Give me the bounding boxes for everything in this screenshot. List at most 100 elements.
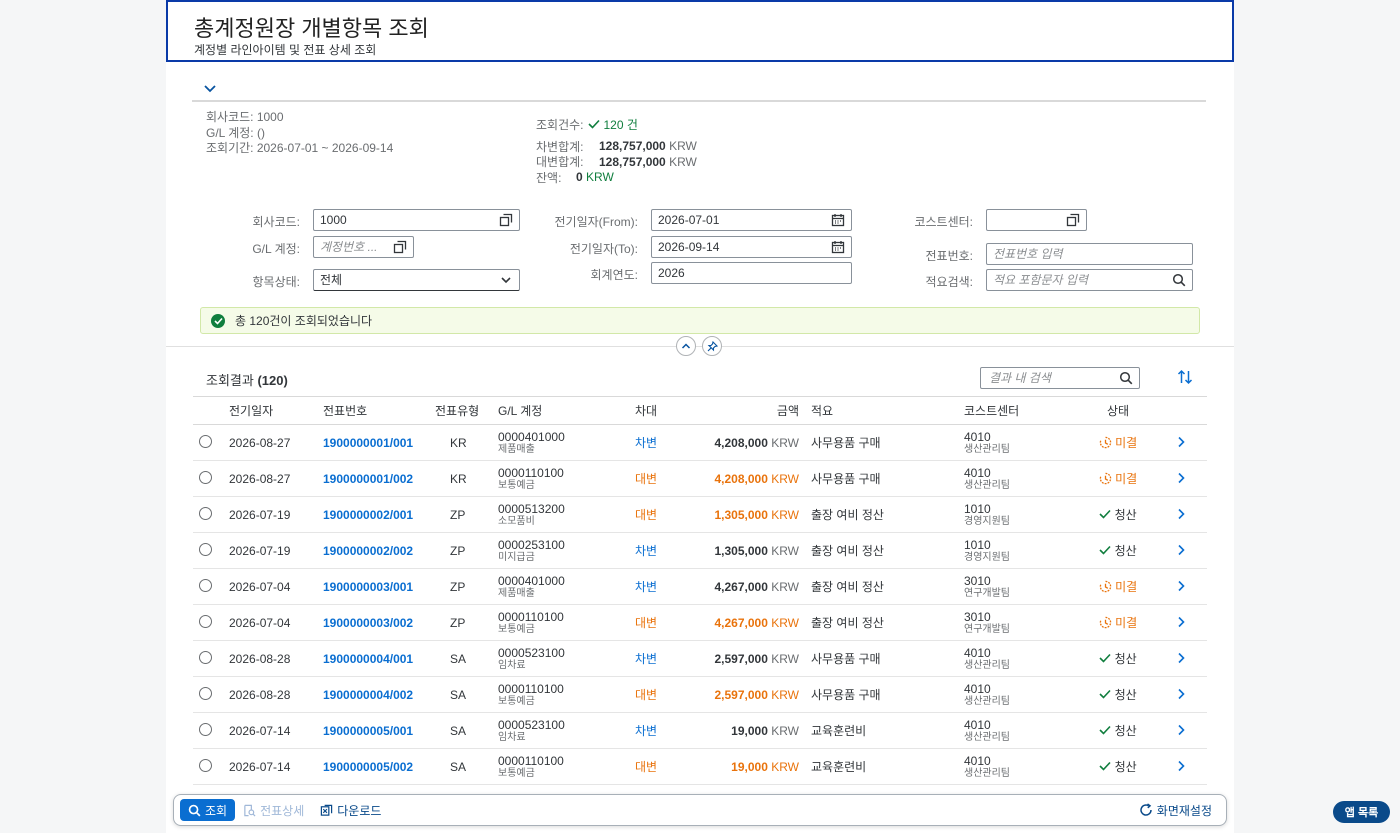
kpi-debit-currency: KRW — [669, 139, 697, 154]
debit-credit-indicator: 차변 — [626, 712, 666, 749]
text-search-input[interactable]: 적요 포함문자 입력 — [986, 269, 1193, 291]
row-navigation-cell[interactable] — [1154, 460, 1207, 497]
cost-center-cell: 1010 경영지원팀 — [964, 532, 1082, 569]
row-navigation-cell[interactable] — [1154, 748, 1207, 785]
company-code-input[interactable]: 1000 — [313, 209, 520, 231]
table-row[interactable]: 2026-08-28 1900000004/001 SA 0000523100 임차료 차… — [193, 640, 1207, 677]
document-number-link[interactable]: 1900000003/001 — [323, 580, 413, 594]
document-number-link[interactable]: 1900000004/001 — [323, 652, 413, 666]
table-row[interactable]: 2026-07-19 1900000002/002 ZP 0000253100 미지급금… — [193, 532, 1207, 569]
document-number-link[interactable]: 1900000001/002 — [323, 472, 413, 486]
row-navigation-cell[interactable] — [1154, 676, 1207, 713]
row-select-radio[interactable] — [199, 758, 212, 772]
column-header[interactable]: G/L 계정 — [498, 396, 626, 425]
table-header-row: 전기일자 전표번호 전표유형 G/L 계정 차대 금액 적요 코스트센터 상태 — [193, 396, 1207, 425]
amount-value: 19,000 — [731, 759, 768, 774]
reset-screen-label: 화면재설정 — [1156, 803, 1212, 818]
download-button[interactable]: 다운로드 — [312, 799, 389, 821]
row-select-radio[interactable] — [199, 434, 212, 448]
row-select-radio[interactable] — [199, 614, 212, 628]
column-header[interactable]: 전표번호 — [323, 396, 435, 425]
table-row[interactable]: 2026-07-04 1900000003/001 ZP 0000401000 제품매출… — [193, 568, 1207, 605]
calendar-icon[interactable] — [831, 213, 845, 227]
posting-date-to-input[interactable]: 2026-09-14 — [651, 236, 852, 258]
table-row[interactable]: 2026-08-27 1900000001/001 KR 0000401000 제품매출… — [193, 424, 1207, 461]
search-icon[interactable] — [1119, 371, 1133, 385]
column-header[interactable]: 적요 — [811, 396, 964, 425]
cost-center-input[interactable] — [986, 209, 1087, 231]
pin-header-button[interactable] — [702, 336, 722, 356]
chevron-down-icon[interactable] — [499, 273, 513, 287]
value-help-icon[interactable] — [499, 213, 513, 227]
cost-center-cell: 4010 생산관리팀 — [964, 748, 1082, 785]
table-row[interactable]: 2026-07-14 1900000005/001 SA 0000523100 임차료 차… — [193, 712, 1207, 749]
amount-value: 4,267,000 — [714, 615, 768, 630]
column-header[interactable]: 차대 — [626, 396, 666, 425]
row-select-radio[interactable] — [199, 578, 212, 592]
column-header[interactable]: 금액 — [666, 396, 811, 425]
results-search-input[interactable]: 결과 내 검색 — [980, 367, 1140, 389]
document-number-input[interactable]: 전표번호 입력 — [986, 243, 1193, 265]
document-number-link[interactable]: 1900000002/002 — [323, 544, 413, 558]
document-number-link[interactable]: 1900000001/001 — [323, 436, 413, 450]
table-row[interactable]: 2026-07-14 1900000005/002 SA 0000110100 보통예금… — [193, 748, 1207, 785]
status-text: 청산 — [1114, 760, 1137, 774]
sort-button[interactable] — [1177, 369, 1193, 388]
row-navigation-cell[interactable] — [1154, 640, 1207, 677]
success-icon — [211, 313, 225, 328]
item-text: 사무용품 구매 — [811, 640, 964, 677]
calendar-icon[interactable] — [831, 240, 845, 254]
row-navigation-cell[interactable] — [1154, 604, 1207, 641]
posting-date-from-input[interactable]: 2026-07-01 — [651, 209, 852, 231]
column-header[interactable]: 전표유형 — [435, 396, 498, 425]
document-number-link[interactable]: 1900000005/002 — [323, 760, 413, 774]
value-help-icon[interactable] — [393, 240, 407, 254]
row-select-radio[interactable] — [199, 542, 212, 556]
gl-account-input[interactable]: 계정번호 ... — [313, 236, 414, 258]
cost-center-name: 생산관리팀 — [964, 479, 1010, 491]
column-header[interactable]: 전기일자 — [229, 396, 323, 425]
pending-clock-icon — [1099, 436, 1111, 449]
app-list-button[interactable]: 앱 목록 — [1333, 801, 1390, 823]
cost-center-name: 연구개발팀 — [964, 587, 1010, 599]
table-row[interactable]: 2026-07-19 1900000002/001 ZP 0000513200 소모품비… — [193, 496, 1207, 533]
search-button[interactable]: 조회 — [180, 799, 236, 821]
fiscal-year-input[interactable]: 2026 — [651, 262, 852, 284]
row-select-radio[interactable] — [199, 470, 212, 484]
document-number-link[interactable]: 1900000005/001 — [323, 724, 413, 738]
document-number-link[interactable]: 1900000003/002 — [323, 616, 413, 630]
row-select-radio[interactable] — [199, 506, 212, 520]
search-icon[interactable] — [1172, 273, 1186, 287]
value-help-icon[interactable] — [1066, 213, 1080, 227]
document-detail-button[interactable]: 전표상세 — [235, 799, 312, 821]
item-status-select[interactable]: 전체 — [313, 269, 520, 291]
amount-currency: KRW — [771, 759, 799, 774]
status-text: 미결 — [1115, 616, 1138, 630]
kpi-credit-currency: KRW — [669, 154, 697, 169]
row-select-radio[interactable] — [199, 722, 212, 736]
amount-value: 4,208,000 — [714, 471, 768, 486]
row-select-radio[interactable] — [199, 686, 212, 700]
debit-credit-indicator: 차변 — [626, 640, 666, 677]
column-header[interactable]: 상태 — [1082, 396, 1154, 425]
row-navigation-cell[interactable] — [1154, 424, 1207, 461]
check-icon — [1099, 725, 1111, 735]
collapse-header-button[interactable] — [676, 336, 696, 356]
document-number-link[interactable]: 1900000004/002 — [323, 688, 413, 702]
document-number-link[interactable]: 1900000002/001 — [323, 508, 413, 522]
cost-center-cell: 4010 생산관리팀 — [964, 424, 1082, 461]
row-navigation-cell[interactable] — [1154, 568, 1207, 605]
row-select-radio[interactable] — [199, 650, 212, 664]
row-navigation-cell[interactable] — [1154, 532, 1207, 569]
expand-header-chevron-icon[interactable] — [204, 81, 216, 97]
table-row[interactable]: 2026-08-28 1900000004/002 SA 0000110100 보통예금… — [193, 676, 1207, 713]
reset-screen-button[interactable]: 화면재설정 — [1131, 799, 1220, 821]
row-navigation-cell[interactable] — [1154, 496, 1207, 533]
column-header[interactable]: 코스트센터 — [964, 396, 1082, 425]
amount-currency: KRW — [771, 687, 799, 702]
table-row[interactable]: 2026-08-27 1900000001/002 KR 0000110100 보통예금… — [193, 460, 1207, 497]
posting-date: 2026-08-28 — [229, 640, 323, 677]
cost-center-code: 3010 — [964, 573, 991, 588]
row-navigation-cell[interactable] — [1154, 712, 1207, 749]
table-row[interactable]: 2026-07-04 1900000003/002 ZP 0000110100 보통예금… — [193, 604, 1207, 641]
